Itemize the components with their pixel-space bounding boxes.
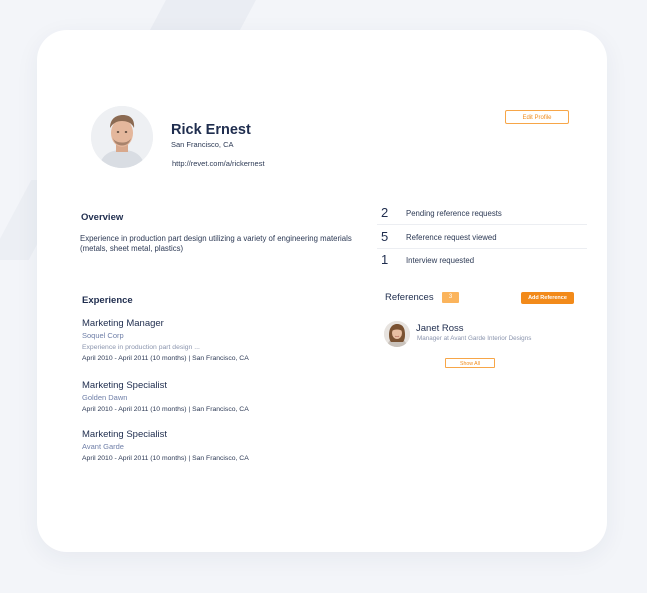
references-count-badge: 3: [442, 292, 459, 303]
job-dates: April 2010 - April 2011 (10 months) | Sa…: [82, 455, 249, 462]
experience-title: Experience: [82, 295, 133, 306]
job-company: Golden Dawn: [82, 393, 128, 402]
experience-item[interactable]: Marketing Specialist Avant Garde April 2…: [82, 429, 362, 462]
stat-value: 1: [381, 252, 389, 267]
user-photo-icon: [91, 106, 153, 168]
reference-name[interactable]: Janet Ross: [416, 323, 464, 334]
edit-profile-button[interactable]: Edit Profile: [505, 110, 569, 124]
job-company: Soquel Corp: [82, 331, 124, 340]
experience-item[interactable]: Marketing Manager Soquel Corp Experience…: [82, 318, 362, 362]
stat-label: Interview requested: [406, 256, 475, 265]
profile-location: San Francisco, CA: [171, 140, 234, 149]
job-description: Experience in production part design ...: [82, 344, 200, 351]
stat-interview-requested[interactable]: 1 Interview requested: [377, 249, 587, 271]
overview-text: Experience in production part design uti…: [80, 234, 352, 253]
profile-avatar: [91, 106, 153, 168]
add-reference-button[interactable]: Add Reference: [521, 292, 574, 304]
profile-name: Rick Ernest: [171, 122, 251, 138]
stat-label: Pending reference requests: [406, 209, 502, 218]
reference-role: Manager at Avant Garde Interior Designs: [417, 335, 532, 342]
stat-label: Reference request viewed: [406, 233, 497, 242]
stat-requests-viewed[interactable]: 5 Reference request viewed: [377, 226, 587, 249]
job-title: Marketing Specialist: [82, 429, 168, 440]
reference-photo-icon: [384, 321, 410, 347]
job-company: Avant Garde: [82, 442, 124, 451]
overview-title: Overview: [81, 212, 124, 223]
stat-value: 5: [381, 229, 389, 244]
job-dates: April 2010 - April 2011 (10 months) | Sa…: [82, 406, 249, 413]
show-all-references-button[interactable]: Show All: [445, 358, 495, 368]
experience-item[interactable]: Marketing Specialist Golden Dawn April 2…: [82, 380, 362, 413]
reference-avatar[interactable]: [384, 321, 410, 347]
stat-pending-requests[interactable]: 2 Pending reference requests: [377, 202, 587, 225]
references-title: References: [385, 292, 434, 303]
stat-value: 2: [381, 205, 389, 220]
job-dates: April 2010 - April 2011 (10 months) | Sa…: [82, 355, 249, 362]
profile-url-link[interactable]: http://revet.com/a/rickernest: [172, 159, 265, 168]
profile-card: Rick Ernest San Francisco, CA http://rev…: [37, 30, 607, 552]
job-title: Marketing Manager: [82, 318, 164, 329]
job-title: Marketing Specialist: [82, 380, 168, 391]
